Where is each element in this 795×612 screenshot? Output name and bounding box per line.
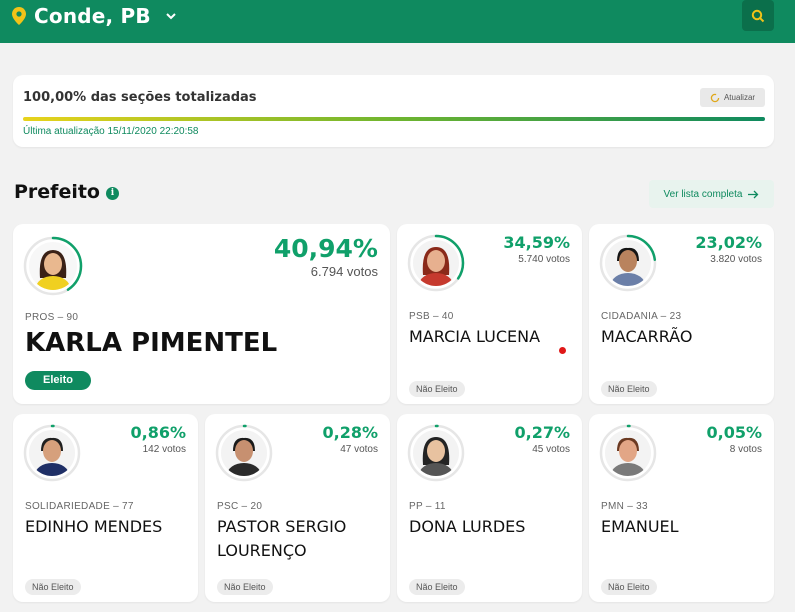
candidate-avatar bbox=[23, 424, 81, 482]
candidate-name: DONA LURDES bbox=[409, 517, 526, 536]
candidate-avatar bbox=[23, 236, 83, 296]
candidate-avatar bbox=[407, 424, 465, 482]
not-elected-badge: Não Eleito bbox=[409, 381, 465, 397]
search-button[interactable] bbox=[742, 0, 774, 31]
refresh-label: Atualizar bbox=[723, 93, 756, 102]
totalization-status: 100,00% das seções totalizadas bbox=[23, 90, 257, 105]
party-label: PSC – 20 bbox=[217, 501, 263, 512]
candidate-name: EDINHO MENDES bbox=[25, 517, 163, 536]
candidate-card[interactable]: 0,86% 142 votos SOLIDARIEDADE – 77 EDINHO M… bbox=[13, 414, 198, 602]
candidate-avatar bbox=[599, 234, 657, 292]
party-label: PMN – 33 bbox=[601, 501, 648, 512]
elected-badge: Eleito bbox=[25, 371, 91, 390]
not-elected-badge: Não Eleito bbox=[601, 579, 657, 595]
candidate-card[interactable]: 40,94% 6.794 votos PROS – 90 KARLA PIMENTEL… bbox=[13, 224, 390, 404]
party-label: SOLIDARIEDADE – 77 bbox=[25, 501, 134, 512]
candidate-name: PASTOR SERGIO LOURENÇO bbox=[217, 517, 347, 560]
full-list-label: Ver lista completa bbox=[663, 188, 743, 200]
vote-count: 142 votos bbox=[142, 444, 186, 455]
vote-count: 45 votos bbox=[532, 444, 570, 455]
vote-percentage: 23,02% bbox=[695, 233, 762, 252]
not-elected-badge: Não Eleito bbox=[601, 381, 657, 397]
candidate-card[interactable]: 0,27% 45 votos PP – 11 DONA LURDES Não Eleit… bbox=[397, 414, 582, 602]
party-label: PSB – 40 bbox=[409, 311, 454, 322]
candidate-name: KARLA PIMENTEL bbox=[25, 328, 278, 358]
vote-percentage: 0,28% bbox=[322, 423, 378, 442]
search-icon bbox=[751, 9, 765, 22]
candidate-card[interactable]: 34,59% 5.740 votos PSB – 40 MARCIA LUCENA Nã… bbox=[397, 224, 582, 404]
vote-percentage: 34,59% bbox=[503, 233, 570, 252]
candidate-avatar bbox=[599, 424, 657, 482]
chevron-down-icon bbox=[166, 13, 176, 20]
party-label: PROS – 90 bbox=[25, 312, 79, 323]
totalization-card: 100,00% das seções totalizadas Atualizar… bbox=[13, 75, 774, 147]
vote-percentage: 0,86% bbox=[130, 423, 186, 442]
section-title: Prefeito bbox=[14, 181, 100, 203]
candidate-name: EMANUEL bbox=[601, 517, 679, 536]
vote-count: 3.820 votos bbox=[710, 254, 762, 265]
vote-percentage: 40,94% bbox=[273, 234, 378, 263]
party-label: PP – 11 bbox=[409, 501, 446, 512]
refresh-icon bbox=[710, 93, 720, 102]
vote-percentage: 0,27% bbox=[514, 423, 570, 442]
candidate-avatar bbox=[407, 234, 465, 292]
candidate-card[interactable]: 0,05% 8 votos PMN – 33 EMANUEL Não Eleito bbox=[589, 414, 774, 602]
vote-count: 6.794 votos bbox=[310, 264, 378, 279]
not-elected-badge: Não Eleito bbox=[25, 579, 81, 595]
candidate-name: MARCIA LUCENA bbox=[409, 327, 541, 346]
candidate-avatar bbox=[215, 424, 273, 482]
vote-count: 47 votos bbox=[340, 444, 378, 455]
vote-count: 8 votos bbox=[729, 444, 762, 455]
totalization-progress bbox=[23, 117, 765, 121]
arrow-right-icon bbox=[748, 190, 759, 198]
vote-percentage: 0,05% bbox=[706, 423, 762, 442]
location-name: Conde, PB bbox=[34, 4, 151, 28]
live-indicator-dot bbox=[559, 347, 566, 354]
top-bar: Conde, PB bbox=[0, 0, 795, 43]
location-pin-icon bbox=[12, 7, 26, 25]
info-icon[interactable]: i bbox=[106, 187, 119, 200]
candidate-name: MACARRÃO bbox=[601, 327, 693, 346]
progress-fill bbox=[23, 117, 765, 121]
location-selector[interactable]: Conde, PB bbox=[12, 4, 177, 28]
vote-count: 5.740 votos bbox=[518, 254, 570, 265]
candidate-card[interactable]: 0,28% 47 votos PSC – 20 PASTOR SERGIO LOURE… bbox=[205, 414, 390, 602]
full-list-link[interactable]: Ver lista completa bbox=[649, 180, 774, 208]
last-update: Última atualização 15/11/2020 22:20:58 bbox=[23, 126, 199, 137]
refresh-button[interactable]: Atualizar bbox=[700, 88, 765, 107]
not-elected-badge: Não Eleito bbox=[409, 579, 465, 595]
not-elected-badge: Não Eleito bbox=[217, 579, 273, 595]
party-label: CIDADANIA – 23 bbox=[601, 311, 682, 322]
candidate-card[interactable]: 23,02% 3.820 votos CIDADANIA – 23 MACARRÃO N… bbox=[589, 224, 774, 404]
